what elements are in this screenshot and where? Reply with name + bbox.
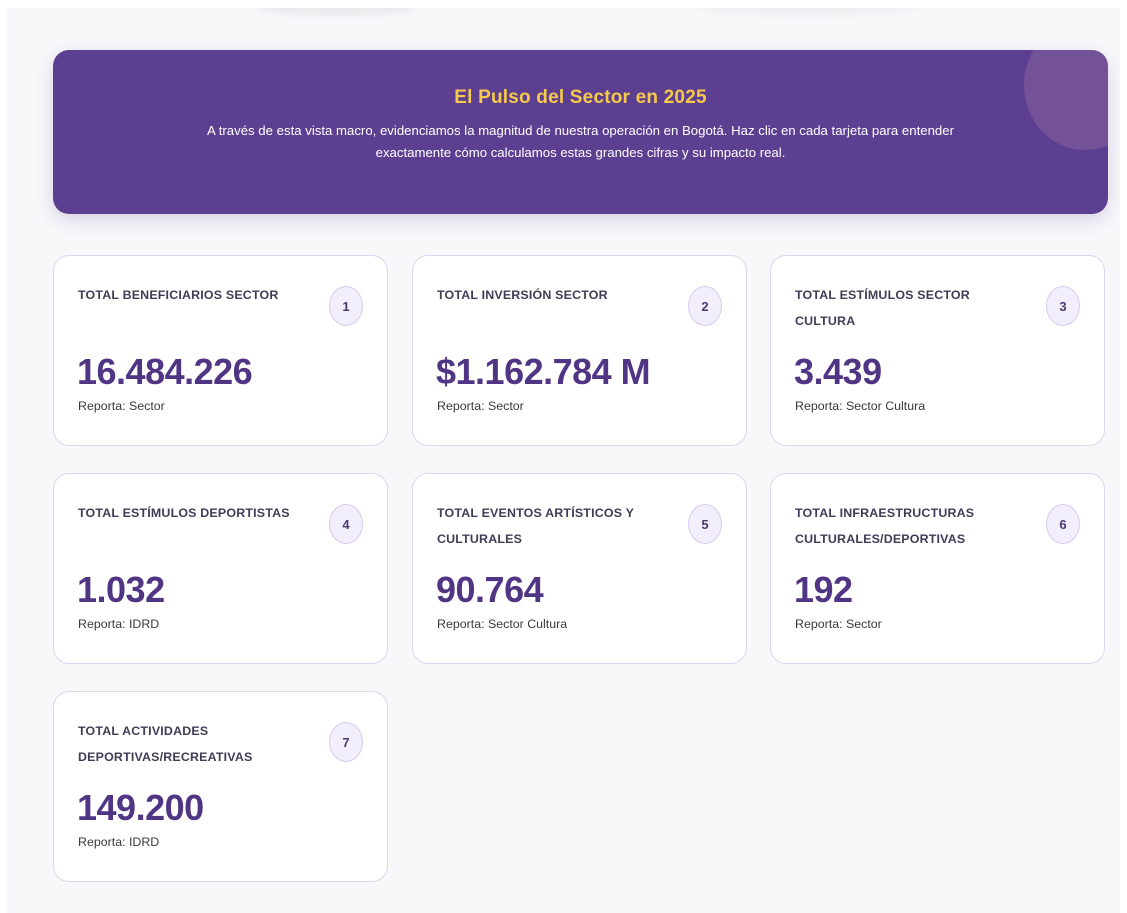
card-number-badge: 3: [1046, 286, 1080, 326]
card-label: TOTAL ACTIVIDADES DEPORTIVAS/RECREATIVAS: [78, 724, 253, 764]
hero-banner: El Pulso del Sector en 2025 A través de …: [53, 50, 1108, 214]
stat-card-estimulos-deportistas[interactable]: TOTAL ESTÍMULOS DEPORTISTAS 4 1.032 Repo…: [53, 473, 388, 664]
card-value: 90.764: [436, 569, 544, 610]
card-number-badge: 2: [688, 286, 722, 326]
top-decoration: [697, 8, 917, 16]
card-label: TOTAL ESTÍMULOS SECTOR CULTURA: [795, 288, 970, 328]
card-source: Reporta: Sector: [437, 399, 524, 413]
top-decoration: [257, 8, 417, 16]
card-source: Reporta: Sector Cultura: [795, 399, 926, 413]
card-value: $1.162.784 M: [436, 351, 651, 392]
card-value: 3.439: [794, 351, 882, 392]
stat-card-beneficiarios[interactable]: TOTAL BENEFICIARIOS SECTOR 1 16.484.226 …: [53, 255, 388, 446]
card-source: Reporta: Sector: [795, 617, 882, 631]
card-value: 192: [794, 569, 853, 610]
card-label: TOTAL INVERSIÓN SECTOR: [437, 288, 608, 302]
card-label: TOTAL BENEFICIARIOS SECTOR: [78, 288, 279, 302]
stat-card-eventos[interactable]: TOTAL EVENTOS ARTÍSTICOS Y CULTURALES 5 …: [412, 473, 747, 664]
card-label: TOTAL INFRAESTRUCTURAS CULTURALES/DEPORT…: [795, 506, 975, 546]
card-label: TOTAL ESTÍMULOS DEPORTISTAS: [78, 506, 290, 520]
card-source: Reporta: Sector: [78, 399, 165, 413]
card-label: TOTAL EVENTOS ARTÍSTICOS Y CULTURALES: [437, 506, 634, 546]
card-source: Reporta: IDRD: [78, 835, 160, 849]
card-number-badge: 6: [1046, 504, 1080, 544]
stat-card-infraestructuras[interactable]: TOTAL INFRAESTRUCTURAS CULTURALES/DEPORT…: [770, 473, 1105, 664]
card-number-badge: 7: [329, 722, 363, 762]
card-source: Reporta: IDRD: [78, 617, 160, 631]
page-canvas: El Pulso del Sector en 2025 A través de …: [7, 8, 1120, 913]
card-source: Reporta: Sector Cultura: [437, 617, 568, 631]
stat-card-inversion[interactable]: TOTAL INVERSIÓN SECTOR 2 $1.162.784 M Re…: [412, 255, 747, 446]
card-value: 1.032: [77, 569, 165, 610]
card-number-badge: 1: [329, 286, 363, 326]
stat-card-actividades[interactable]: TOTAL ACTIVIDADES DEPORTIVAS/RECREATIVAS…: [53, 691, 388, 882]
card-number-badge: 5: [688, 504, 722, 544]
card-number-badge: 4: [329, 504, 363, 544]
card-value: 149.200: [77, 787, 204, 828]
card-value: 16.484.226: [77, 351, 253, 392]
hero-description: A través de esta vista macro, evidenciam…: [207, 123, 954, 160]
hero-title: El Pulso del Sector en 2025: [454, 87, 707, 108]
stat-card-estimulos-cultura[interactable]: TOTAL ESTÍMULOS SECTOR CULTURA 3 3.439 R…: [770, 255, 1105, 446]
